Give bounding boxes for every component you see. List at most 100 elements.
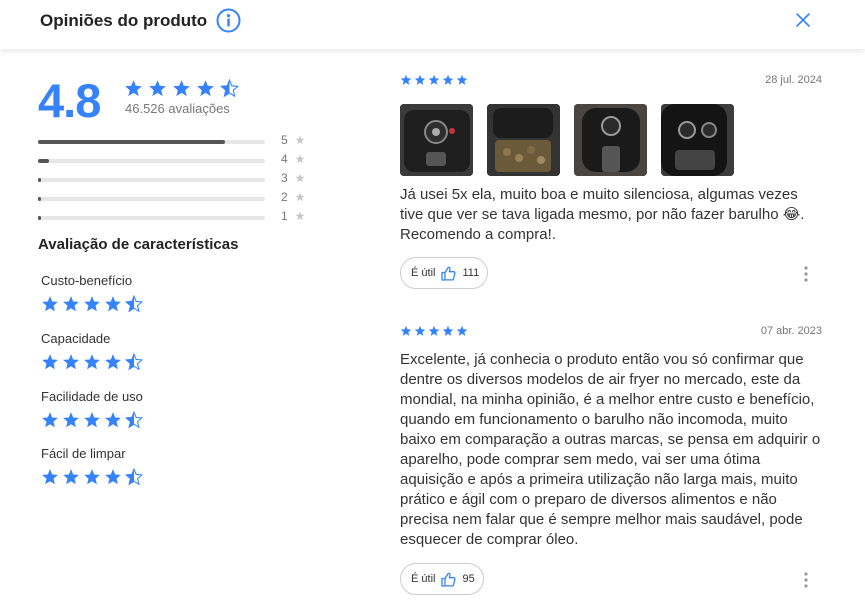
info-icon[interactable] (216, 8, 241, 33)
rating-bar-row: 5 (38, 131, 318, 150)
rating-bar-row: 2 (38, 188, 318, 207)
star-full-icon (428, 325, 440, 336)
rating-bar-track (38, 159, 265, 163)
average-stars (124, 79, 239, 98)
star-full-icon (400, 74, 412, 85)
star-full-icon (442, 74, 454, 85)
star-half-icon (220, 79, 239, 98)
average-rating: 4.8 (38, 74, 101, 127)
modal-header: Opiniões do produto (0, 0, 865, 49)
review-photo[interactable] (574, 104, 647, 176)
star-icon (295, 154, 305, 164)
rating-bar-track (38, 140, 265, 144)
star-full-icon (63, 412, 79, 428)
characteristic-label: Custo-benefício (41, 273, 133, 288)
star-full-icon (149, 80, 166, 97)
thumbs-up-icon (441, 572, 457, 587)
star-full-icon (442, 325, 454, 336)
star-full-icon (84, 354, 100, 370)
close-icon[interactable] (795, 12, 811, 28)
characteristic-item: Custo-benefício (41, 273, 241, 313)
star-half-icon (125, 411, 143, 429)
review-card: 07 abr. 2023 Excelente, já conhecia o pr… (400, 325, 822, 612)
rating-bar-row: 3 (38, 169, 318, 188)
rating-bar-fill (38, 197, 41, 201)
rating-bar-row: 4 (38, 150, 318, 169)
review-stars (400, 325, 468, 337)
useful-count: 111 (462, 267, 480, 279)
star-half-icon (125, 295, 143, 313)
star-full-icon (63, 469, 79, 485)
star-full-icon (105, 469, 121, 485)
thumbs-up-icon (441, 266, 457, 281)
star-full-icon (84, 412, 100, 428)
review-photos (400, 104, 734, 176)
rating-bar-label: 1 (281, 209, 288, 223)
star-full-icon (42, 354, 58, 370)
rating-bar-track (38, 216, 265, 220)
review-date: 07 abr. 2023 (760, 325, 822, 337)
star-full-icon (456, 74, 468, 85)
characteristic-stars (41, 411, 241, 429)
review-photo[interactable] (661, 104, 734, 176)
characteristic-label: Capacidade (41, 331, 111, 346)
star-full-icon (42, 296, 58, 312)
star-full-icon (105, 296, 121, 312)
star-icon (295, 173, 305, 183)
star-full-icon (63, 296, 79, 312)
review-stars (400, 74, 468, 86)
rating-bar-fill (38, 159, 50, 163)
rating-bar-label: 2 (281, 190, 288, 204)
star-full-icon (197, 80, 214, 97)
star-half-icon (125, 468, 143, 486)
star-icon (295, 135, 305, 145)
star-full-icon (428, 74, 440, 85)
rating-bar-fill (38, 178, 41, 182)
star-full-icon (84, 296, 100, 312)
characteristic-item: Facilidade de uso (41, 389, 241, 429)
star-full-icon (173, 80, 190, 97)
review-date: 28 jul. 2024 (765, 74, 822, 86)
star-full-icon (84, 469, 100, 485)
star-full-icon (400, 325, 412, 336)
characteristic-item: Capacidade (41, 331, 241, 371)
star-icon (295, 211, 305, 221)
useful-button[interactable]: É útil 95 (400, 563, 484, 595)
star-full-icon (42, 412, 58, 428)
useful-label: É útil (411, 267, 436, 279)
review-text: Já usei 5x ela, muito boa e muito silenc… (400, 186, 805, 243)
useful-button[interactable]: É útil 111 (400, 257, 489, 289)
characteristic-item: Fácil de limpar (41, 446, 241, 486)
characteristic-stars (41, 468, 241, 486)
rating-bar-label: 5 (281, 133, 288, 147)
rating-bar-label: 3 (281, 171, 288, 185)
rating-bar-row: 1 (38, 207, 318, 226)
rating-bar-track (38, 197, 265, 201)
characteristic-label: Facilidade de uso (41, 389, 143, 404)
star-full-icon (456, 325, 468, 336)
more-options-icon[interactable] (803, 265, 809, 283)
star-full-icon (414, 325, 426, 336)
review-photo[interactable] (400, 104, 473, 176)
useful-label: É útil (411, 573, 436, 585)
review-photo[interactable] (487, 104, 560, 176)
star-full-icon (105, 412, 121, 428)
characteristic-stars (41, 353, 241, 371)
characteristic-stars (41, 295, 241, 313)
star-full-icon (42, 469, 58, 485)
star-full-icon (414, 74, 426, 85)
rating-distribution: 5 4 3 2 1 (38, 131, 318, 226)
ratings-count: 46.526 avaliações (125, 101, 230, 116)
characteristic-label: Fácil de limpar (41, 446, 126, 461)
characteristics-title: Avaliação de características (38, 236, 239, 253)
star-full-icon (125, 80, 142, 97)
rating-bar-fill (38, 216, 41, 220)
star-full-icon (63, 354, 79, 370)
review-text: Excelente, já conhecia o produto então v… (400, 351, 821, 548)
useful-count: 95 (462, 573, 475, 585)
star-full-icon (105, 354, 121, 370)
more-options-icon[interactable] (803, 571, 809, 589)
rating-bar-label: 4 (281, 152, 288, 166)
page-title: Opiniões do produto (40, 11, 208, 30)
rating-bar-track (38, 178, 265, 182)
